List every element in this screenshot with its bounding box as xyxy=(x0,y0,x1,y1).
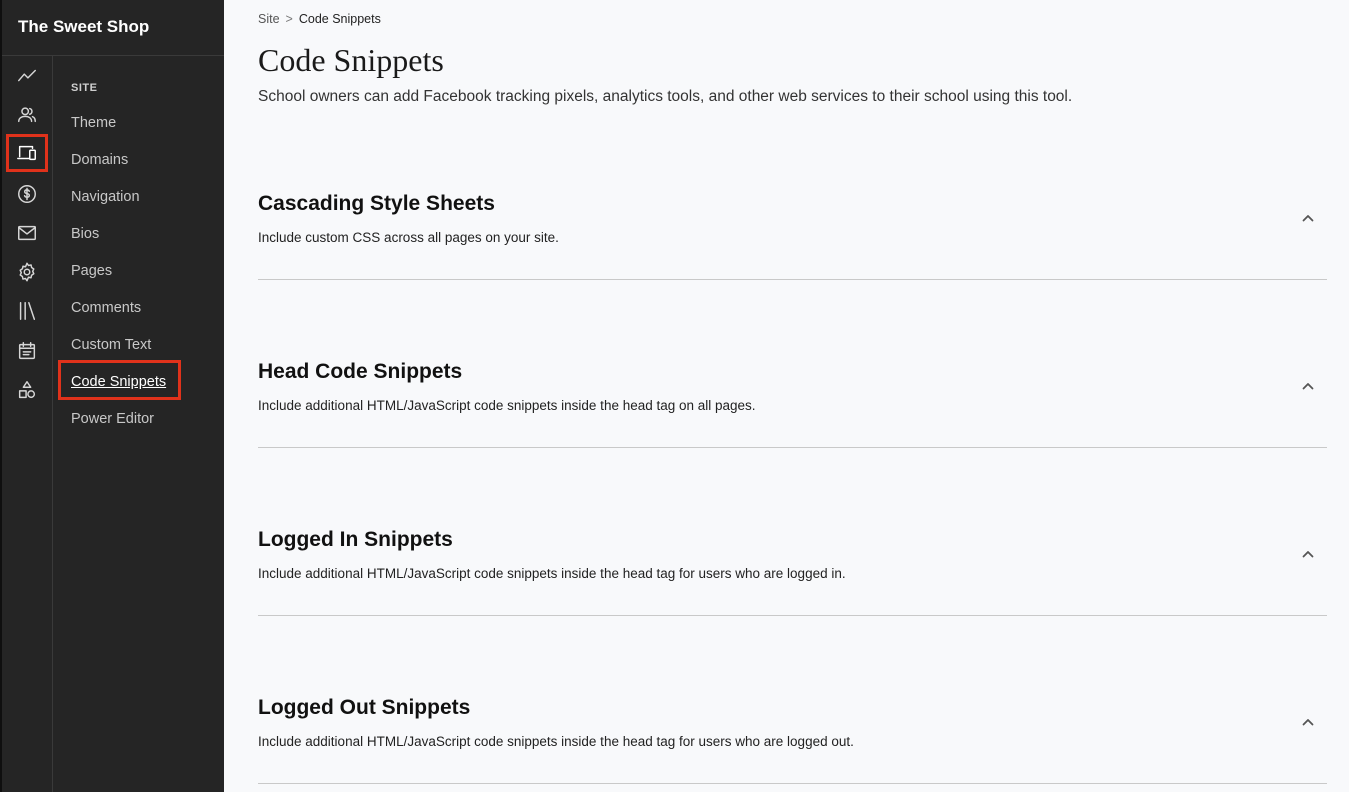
section-title[interactable]: Cascading Style Sheets xyxy=(258,192,495,216)
section-description: Include additional HTML/JavaScript code … xyxy=(258,398,756,413)
page-description: School owners can add Facebook tracking … xyxy=(258,88,1073,105)
section-logged-in-snippets[interactable]: Logged In Snippets Include additional HT… xyxy=(258,528,1327,616)
chevron-up-icon[interactable] xyxy=(1299,209,1317,227)
emails-icon[interactable] xyxy=(9,217,45,249)
chevron-up-icon[interactable] xyxy=(1299,713,1317,731)
breadcrumb-separator: > xyxy=(285,12,293,26)
subnav-item-theme[interactable]: Theme xyxy=(71,115,116,131)
subnav-item-comments[interactable]: Comments xyxy=(71,300,141,316)
page-title: Code Snippets xyxy=(258,42,444,78)
icon-rail xyxy=(2,56,53,792)
section-css[interactable]: Cascading Style Sheets Include custom CS… xyxy=(258,192,1327,280)
section-description: Include custom CSS across all pages on y… xyxy=(258,230,559,245)
app-root: The Sweet Shop SITE Theme Domains Naviga… xyxy=(0,0,1349,792)
section-title[interactable]: Head Code Snippets xyxy=(258,360,462,384)
section-head-code-snippets[interactable]: Head Code Snippets Include additional HT… xyxy=(258,360,1327,448)
section-title[interactable]: Logged In Snippets xyxy=(258,528,453,552)
subnav-item-pages[interactable]: Pages xyxy=(71,263,112,279)
users-icon[interactable] xyxy=(9,99,45,131)
subnav-item-bios[interactable]: Bios xyxy=(71,226,99,242)
section-description: Include additional HTML/JavaScript code … xyxy=(258,734,854,749)
apps-shapes-icon[interactable] xyxy=(9,374,45,406)
section-logged-out-snippets[interactable]: Logged Out Snippets Include additional H… xyxy=(258,696,1327,784)
section-description: Include additional HTML/JavaScript code … xyxy=(258,566,846,581)
subnav-item-power-editor[interactable]: Power Editor xyxy=(71,411,154,427)
site-devices-icon[interactable] xyxy=(6,134,48,172)
subnav-item-navigation[interactable]: Navigation xyxy=(71,189,140,205)
chevron-up-icon[interactable] xyxy=(1299,545,1317,563)
analytics-icon[interactable] xyxy=(9,60,45,92)
school-brand-name[interactable]: The Sweet Shop xyxy=(2,0,224,56)
breadcrumb: Site > Code Snippets xyxy=(258,12,381,26)
settings-gear-icon[interactable] xyxy=(9,256,45,288)
subnav-item-domains[interactable]: Domains xyxy=(71,152,128,168)
subnav-item-custom-text[interactable]: Custom Text xyxy=(71,337,151,353)
chevron-up-icon[interactable] xyxy=(1299,377,1317,395)
sidebar: The Sweet Shop SITE Theme Domains Naviga… xyxy=(0,0,224,792)
breadcrumb-parent-link[interactable]: Site xyxy=(258,12,280,26)
subnav-heading: SITE xyxy=(71,82,98,94)
subnav-item-code-snippets[interactable]: Code Snippets xyxy=(71,374,166,390)
calendar-icon[interactable] xyxy=(9,335,45,367)
section-title[interactable]: Logged Out Snippets xyxy=(258,696,470,720)
sales-dollar-icon[interactable] xyxy=(9,178,45,210)
library-icon[interactable] xyxy=(9,295,45,327)
breadcrumb-current: Code Snippets xyxy=(298,12,381,26)
